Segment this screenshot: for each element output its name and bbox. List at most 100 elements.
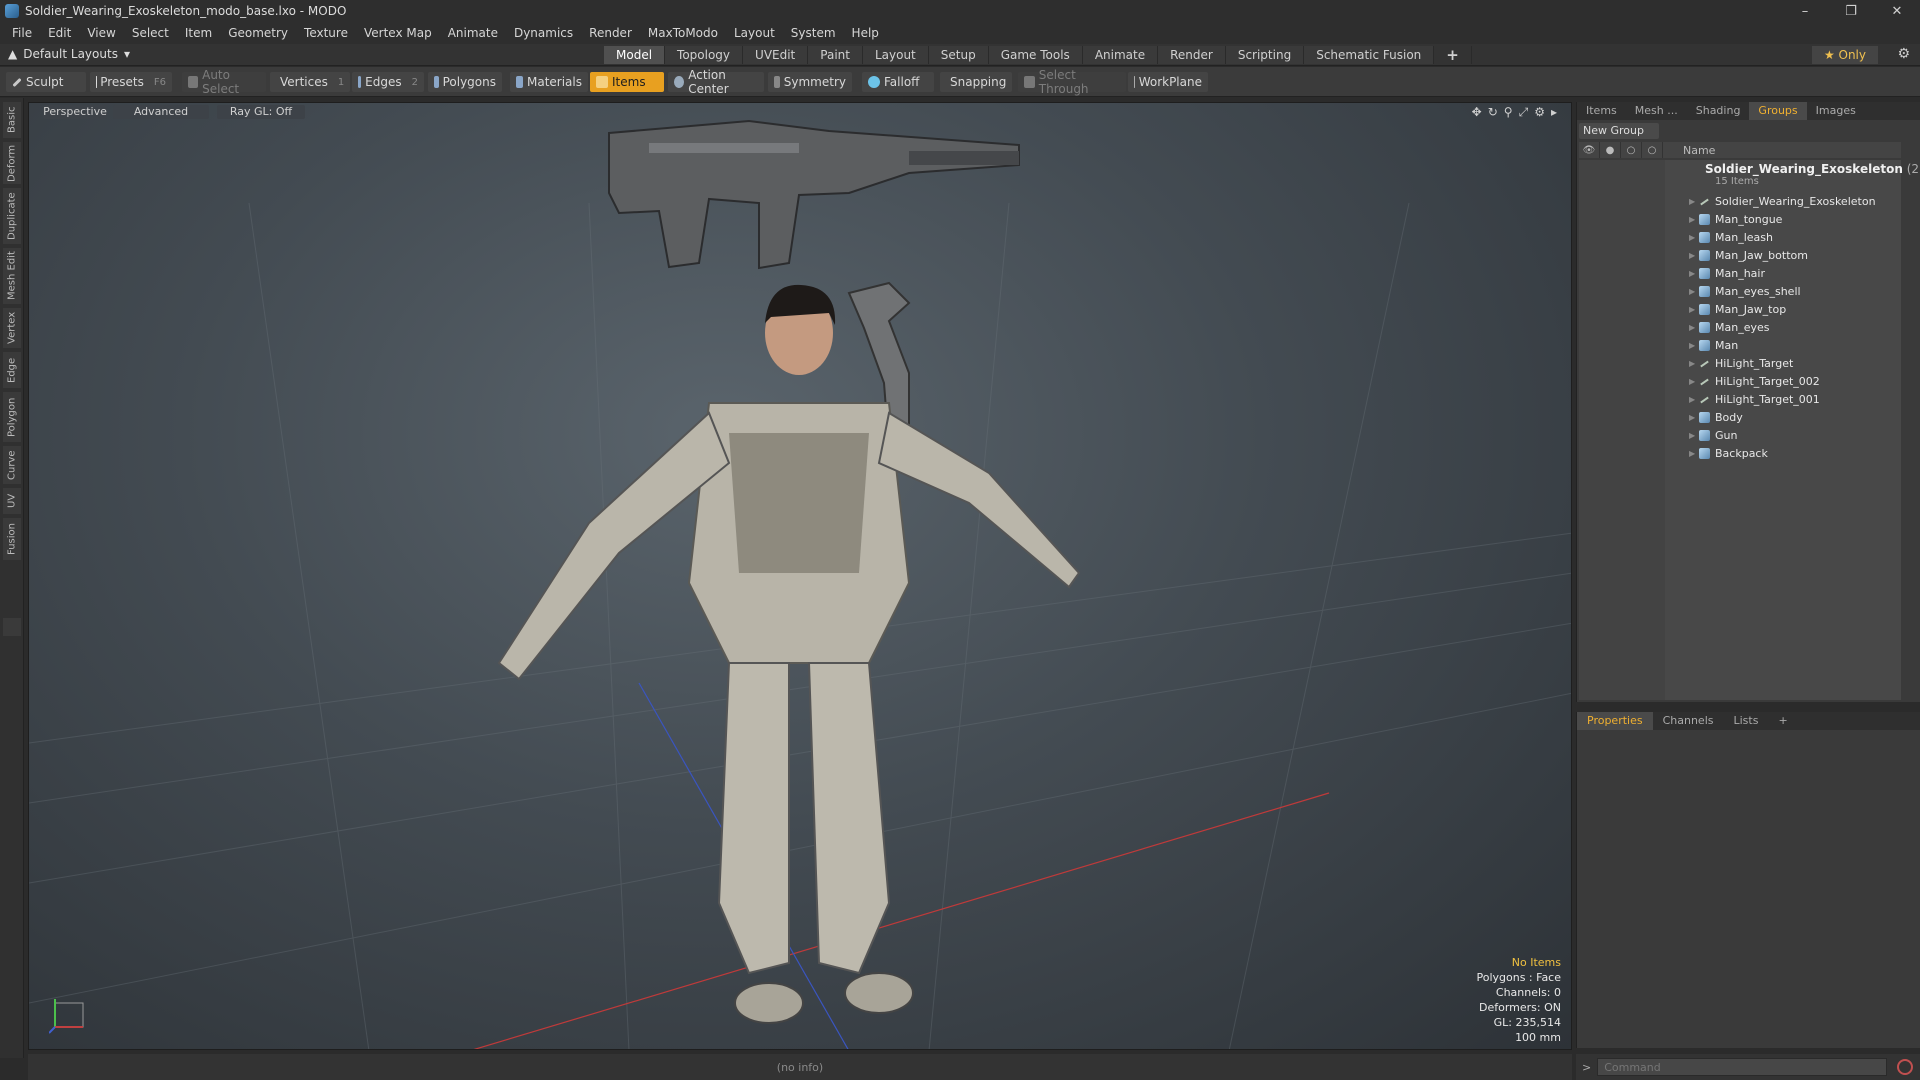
- edges-button[interactable]: Edges 2: [352, 72, 424, 92]
- lefttab-mesh-edit[interactable]: Mesh Edit: [3, 248, 21, 304]
- list-item[interactable]: ▶ Man_leash: [1689, 228, 1899, 246]
- name-column-header[interactable]: Name: [1683, 144, 1715, 157]
- expand-icon[interactable]: ▶: [1689, 449, 1699, 458]
- tab-schematic-fusion[interactable]: Schematic Fusion: [1304, 46, 1435, 64]
- gear-icon[interactable]: ⚙: [1897, 46, 1910, 62]
- collapse-icon[interactable]: ▲: [8, 47, 17, 61]
- expand-icon[interactable]: ▶: [1689, 341, 1699, 350]
- list-item[interactable]: ▶ Man_tongue: [1689, 210, 1899, 228]
- lefttab-basic[interactable]: Basic: [3, 102, 21, 138]
- menu-render[interactable]: Render: [581, 26, 640, 40]
- list-item[interactable]: ▶ Soldier_Wearing_Exoskeleton: [1689, 192, 1899, 210]
- select-column-icon[interactable]: ○: [1642, 142, 1663, 158]
- lock-column-icon[interactable]: ○: [1621, 142, 1642, 158]
- lefttab-uv[interactable]: UV: [3, 488, 21, 514]
- lefttab-polygon[interactable]: Polygon: [3, 392, 21, 442]
- workplane-button[interactable]: WorkPlane: [1128, 72, 1208, 92]
- vertices-button[interactable]: Vertices 1: [270, 72, 350, 92]
- lefttab-deform[interactable]: Deform: [3, 142, 21, 184]
- lefttab-extra-button[interactable]: [3, 618, 21, 636]
- menu-file[interactable]: File: [4, 26, 40, 40]
- tab-images[interactable]: Images: [1807, 102, 1865, 120]
- falloff-button[interactable]: Falloff: [862, 72, 934, 92]
- expand-icon[interactable]: ▶: [1689, 431, 1699, 440]
- lefttab-fusion[interactable]: Fusion: [3, 518, 21, 560]
- render-column-icon[interactable]: ●: [1600, 142, 1621, 158]
- list-item[interactable]: ▶ Body: [1689, 408, 1899, 426]
- viewport-menu-arrow-icon[interactable]: ▸: [1551, 105, 1557, 120]
- lefttab-edge[interactable]: Edge: [3, 352, 21, 388]
- visibility-column-icon[interactable]: 👁: [1579, 142, 1600, 158]
- list-item[interactable]: ▶ Backpack: [1689, 444, 1899, 462]
- expand-icon[interactable]: ▶: [1689, 197, 1699, 206]
- expand-icon[interactable]: ▶: [1689, 215, 1699, 224]
- expand-icon[interactable]: ▶: [1689, 395, 1699, 404]
- tab-shading[interactable]: Shading: [1687, 102, 1750, 120]
- menu-dynamics[interactable]: Dynamics: [506, 26, 581, 40]
- tab-scripting[interactable]: Scripting: [1225, 46, 1305, 64]
- menu-maxtomodo[interactable]: MaxToModo: [640, 26, 726, 40]
- shading-selector[interactable]: Advanced: [113, 105, 209, 119]
- expand-icon[interactable]: ▶: [1689, 251, 1699, 260]
- sculpt-button[interactable]: Sculpt: [6, 72, 86, 92]
- symmetry-button[interactable]: Symmetry: [768, 72, 852, 92]
- list-item[interactable]: ▶ Gun: [1689, 426, 1899, 444]
- expand-icon[interactable]: ▶: [1689, 269, 1699, 278]
- layout-select[interactable]: ▲ Default Layouts ▾: [8, 47, 130, 61]
- add-tab-button[interactable]: +: [1434, 46, 1472, 64]
- zoom-icon[interactable]: ⚲: [1504, 105, 1513, 120]
- expand-icon[interactable]: ▶: [1689, 359, 1699, 368]
- expand-icon[interactable]: ▶: [1689, 233, 1699, 242]
- only-toggle[interactable]: ★ Only: [1811, 46, 1878, 64]
- lefttab-vertex[interactable]: Vertex: [3, 308, 21, 348]
- raygl-toggle[interactable]: Ray GL: Off: [217, 105, 305, 119]
- tab-items[interactable]: Items: [1577, 102, 1626, 120]
- tab-render[interactable]: Render: [1158, 46, 1226, 64]
- menu-select[interactable]: Select: [124, 26, 177, 40]
- rotate-icon[interactable]: ↻: [1488, 105, 1498, 120]
- tab-paint[interactable]: Paint: [808, 46, 863, 64]
- menu-animate[interactable]: Animate: [440, 26, 506, 40]
- items-button[interactable]: Items: [590, 72, 664, 92]
- close-icon[interactable]: ✕: [1874, 0, 1920, 22]
- list-item[interactable]: ▶ HiLight_Target: [1689, 354, 1899, 372]
- menu-item[interactable]: Item: [177, 26, 220, 40]
- tab-mesh[interactable]: Mesh ...: [1626, 102, 1687, 120]
- list-item[interactable]: ▶ HiLight_Target_001: [1689, 390, 1899, 408]
- minimize-icon[interactable]: –: [1782, 0, 1828, 22]
- tab-groups[interactable]: Groups: [1749, 102, 1807, 120]
- list-item[interactable]: ▶ Man_eyes: [1689, 318, 1899, 336]
- menu-help[interactable]: Help: [844, 26, 887, 40]
- snapping-button[interactable]: Snapping: [940, 72, 1012, 92]
- menu-geometry[interactable]: Geometry: [220, 26, 296, 40]
- polygons-button[interactable]: Polygons: [428, 72, 502, 92]
- expand-icon[interactable]: ▶: [1689, 287, 1699, 296]
- menu-vertex-map[interactable]: Vertex Map: [356, 26, 440, 40]
- expand-icon[interactable]: ▶: [1689, 323, 1699, 332]
- restore-icon[interactable]: ❐: [1828, 0, 1874, 22]
- tab-model[interactable]: Model: [604, 46, 666, 64]
- add-panel-tab-button[interactable]: +: [1768, 712, 1797, 730]
- tab-channels[interactable]: Channels: [1653, 712, 1724, 730]
- menu-texture[interactable]: Texture: [296, 26, 356, 40]
- pan-icon[interactable]: ✥: [1472, 105, 1482, 120]
- 3d-viewport[interactable]: Perspective Advanced Ray GL: Off ✥ ↻ ⚲ ⤢…: [28, 102, 1572, 1050]
- list-item[interactable]: ▶ HiLight_Target_002: [1689, 372, 1899, 390]
- tab-lists[interactable]: Lists: [1724, 712, 1769, 730]
- tab-uvedit[interactable]: UVEdit: [743, 46, 809, 64]
- auto-select-button[interactable]: Auto Select: [182, 68, 266, 96]
- list-item[interactable]: ▶ Man_eyes_shell: [1689, 282, 1899, 300]
- viewport-settings-icon[interactable]: ⚙: [1534, 105, 1545, 120]
- menu-system[interactable]: System: [783, 26, 844, 40]
- tab-properties[interactable]: Properties: [1577, 712, 1653, 730]
- expand-icon[interactable]: ▶: [1689, 413, 1699, 422]
- command-history-icon[interactable]: [1897, 1059, 1914, 1075]
- tab-topology[interactable]: Topology: [665, 46, 744, 64]
- tab-setup[interactable]: Setup: [928, 46, 989, 64]
- tab-game-tools[interactable]: Game Tools: [988, 46, 1083, 64]
- menu-layout[interactable]: Layout: [726, 26, 783, 40]
- menu-view[interactable]: View: [79, 26, 123, 40]
- list-item[interactable]: ▶ Man_Jaw_top: [1689, 300, 1899, 318]
- expand-icon[interactable]: ▶: [1689, 305, 1699, 314]
- fit-icon[interactable]: ⤢: [1519, 105, 1529, 120]
